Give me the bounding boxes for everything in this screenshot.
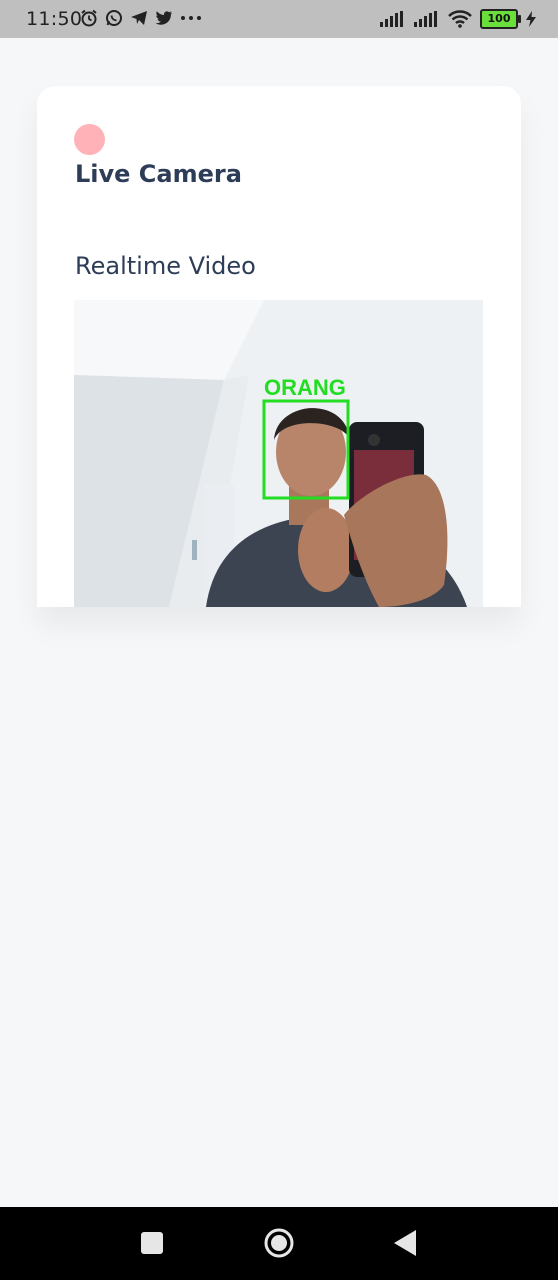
more-icon bbox=[181, 16, 201, 20]
notification-icons bbox=[80, 9, 202, 27]
section-title: Realtime Video bbox=[75, 252, 256, 280]
detection-label: ORANG bbox=[264, 375, 346, 400]
navigation-bar bbox=[0, 1207, 558, 1280]
status-bar: 11:50 100 bbox=[0, 0, 558, 38]
battery-icon: 100 bbox=[480, 9, 521, 29]
wifi-icon bbox=[448, 10, 472, 28]
telegram-icon bbox=[131, 11, 147, 25]
live-camera-card: Live Camera Realtime Video ORANG bbox=[37, 86, 521, 607]
alarm-icon bbox=[81, 9, 97, 27]
signal-icon bbox=[414, 11, 437, 27]
charging-icon bbox=[526, 11, 536, 27]
status-indicator bbox=[74, 124, 105, 155]
back-button[interactable] bbox=[394, 1230, 416, 1256]
video-frame: ORANG bbox=[74, 300, 483, 607]
system-icons: 100 bbox=[380, 9, 536, 29]
card-title: Live Camera bbox=[75, 160, 242, 188]
video-stream[interactable]: ORANG bbox=[74, 300, 483, 607]
recents-button[interactable] bbox=[141, 1232, 163, 1254]
whatsapp-icon bbox=[106, 10, 122, 26]
status-time: 11:50 bbox=[26, 8, 83, 30]
home-button[interactable] bbox=[263, 1227, 295, 1259]
signal-icon bbox=[380, 11, 403, 27]
twitter-icon bbox=[155, 11, 172, 25]
